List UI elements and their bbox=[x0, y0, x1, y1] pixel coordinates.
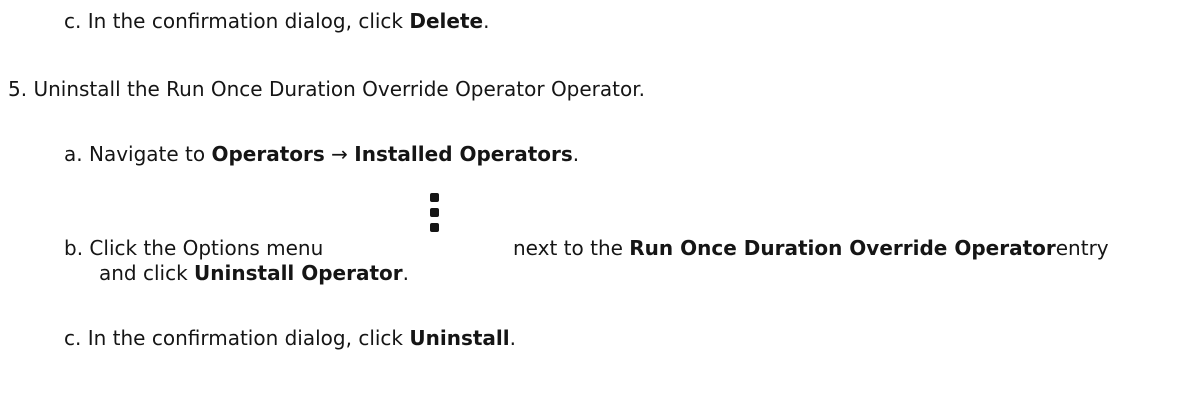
step-5b-bold-operator: Run Once Duration Override Operator bbox=[629, 236, 1056, 260]
step-5c-bold: Uninstall bbox=[409, 326, 510, 350]
step-5c-marker: c. bbox=[64, 326, 82, 350]
step-4c-marker: c. bbox=[64, 9, 82, 33]
step-5b-continued: next to the Run Once Duration Override O… bbox=[513, 236, 1109, 260]
step-5b-text: Click the Options menu bbox=[89, 236, 324, 260]
step-5b-line2: and click Uninstall Operator. bbox=[99, 261, 410, 285]
step-5a-marker: a. bbox=[64, 142, 83, 166]
step-5a-bold-installed: Installed Operators bbox=[354, 142, 573, 166]
step-5b: b. Click the Options menu bbox=[64, 236, 323, 260]
step-5c: c. In the confirmation dialog, click Uni… bbox=[64, 326, 516, 350]
step-4c-text: In the confirmation dialog, click bbox=[87, 9, 410, 33]
step-5a-text: Navigate to bbox=[88, 142, 212, 166]
step-5a-bold-operators: Operators bbox=[211, 142, 325, 166]
step-5-text: Uninstall the Run Once Duration Override… bbox=[33, 77, 645, 101]
step-4c: c. In the confirmation dialog, click Del… bbox=[64, 9, 490, 33]
step-4c-bold: Delete bbox=[409, 9, 484, 33]
step-5: 5. Uninstall the Run Once Duration Overr… bbox=[8, 77, 645, 101]
step-5-marker: 5. bbox=[8, 77, 28, 101]
step-5b-bold-uninstall-operator: Uninstall Operator bbox=[194, 261, 403, 285]
step-5c-text: In the confirmation dialog, click bbox=[87, 326, 410, 350]
step-5a: a. Navigate to Operators → Installed Ope… bbox=[64, 142, 580, 166]
step-5b-marker: b. bbox=[64, 236, 84, 260]
kebab-menu-icon bbox=[430, 193, 440, 233]
